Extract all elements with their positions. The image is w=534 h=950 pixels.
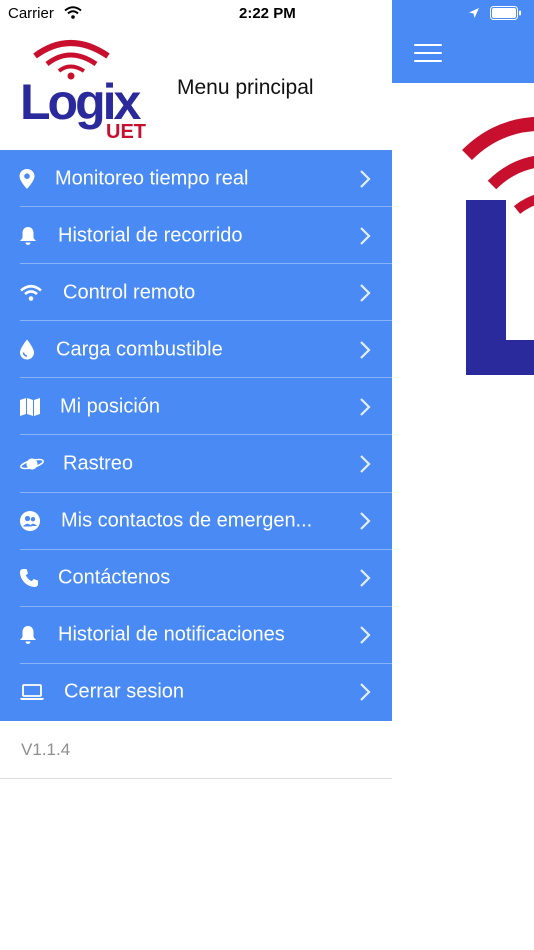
header-title: Menu principal <box>177 76 314 99</box>
menu-item-carga-combustible[interactable]: Carga combustible <box>0 321 392 379</box>
location-arrow-icon <box>469 8 479 18</box>
menu-item-label: Historial de recorrido <box>58 224 243 247</box>
chevron-right-icon <box>360 398 371 416</box>
menu-item-label: Cerrar sesion <box>64 680 185 703</box>
version-row: V1.1.4 <box>0 721 392 779</box>
menu-list: Monitoreo tiempo real Historial de recor… <box>0 150 392 721</box>
status-bar: Carrier 2:22 PM <box>0 0 392 26</box>
menu-item-label: Control remoto <box>63 281 196 304</box>
droplet-icon <box>19 339 45 361</box>
wifi-status-icon <box>64 6 82 19</box>
bell-icon <box>19 225 45 247</box>
menu-item-mi-posicion[interactable]: Mi posición <box>0 378 392 436</box>
menu-item-monitoreo[interactable]: Monitoreo tiempo real <box>0 150 392 208</box>
laptop-icon <box>19 681 45 703</box>
chevron-right-icon <box>360 512 371 530</box>
chevron-right-icon <box>360 283 371 302</box>
chevron-right-icon <box>360 169 371 188</box>
chevron-right-icon <box>360 569 371 587</box>
menu-item-label: Carga combustible <box>56 338 223 361</box>
menu-item-contactos-emergencia[interactable]: Mis contactos de emergen... <box>0 493 392 550</box>
drawer-header: Logix UET Menu principal <box>0 26 392 150</box>
main-panel <box>392 0 534 950</box>
menu-item-label: Rastreo <box>63 452 134 475</box>
menu-item-label: Contáctenos <box>58 566 171 589</box>
main-logo-partial <box>462 117 534 375</box>
menu-item-label: Monitoreo tiempo real <box>55 167 249 190</box>
menu-item-control-remoto[interactable]: Control remoto <box>0 264 392 322</box>
wifi-icon <box>19 282 45 304</box>
contacts-icon <box>19 510 45 532</box>
chevron-right-icon <box>360 455 371 473</box>
battery-icon <box>490 6 521 20</box>
hamburger-menu-icon[interactable] <box>414 44 442 64</box>
bell-icon <box>19 624 45 646</box>
planet-icon <box>19 453 45 475</box>
svg-text:UET: UET <box>106 121 146 142</box>
navigation-drawer: Carrier 2:22 PM Logix UET Menu principal… <box>0 0 392 950</box>
menu-item-label: Historial de notificaciones <box>58 623 285 646</box>
chevron-right-icon <box>360 683 371 702</box>
menu-item-contactenos[interactable]: Contáctenos <box>0 550 392 607</box>
chevron-right-icon <box>360 626 371 645</box>
chevron-right-icon <box>360 341 371 359</box>
main-nav-bar <box>392 0 534 83</box>
menu-item-historial-recorrido[interactable]: Historial de recorrido <box>0 207 392 265</box>
menu-item-cerrar-sesion[interactable]: Cerrar sesion <box>0 664 392 721</box>
menu-item-label: Mis contactos de emergen... <box>61 509 313 532</box>
logix-logo: Logix UET <box>20 40 146 142</box>
chevron-right-icon <box>360 226 371 245</box>
carrier-label: Carrier <box>8 5 54 22</box>
menu-item-rastreo[interactable]: Rastreo <box>0 435 392 493</box>
version-label: V1.1.4 <box>21 740 71 759</box>
map-icon <box>19 396 45 418</box>
menu-item-label: Mi posición <box>60 395 161 418</box>
status-time: 2:22 PM <box>239 5 296 22</box>
menu-item-historial-notificaciones[interactable]: Historial de notificaciones <box>0 607 392 664</box>
map-pin-icon <box>19 168 45 190</box>
status-right <box>468 6 522 20</box>
phone-icon <box>19 567 45 589</box>
